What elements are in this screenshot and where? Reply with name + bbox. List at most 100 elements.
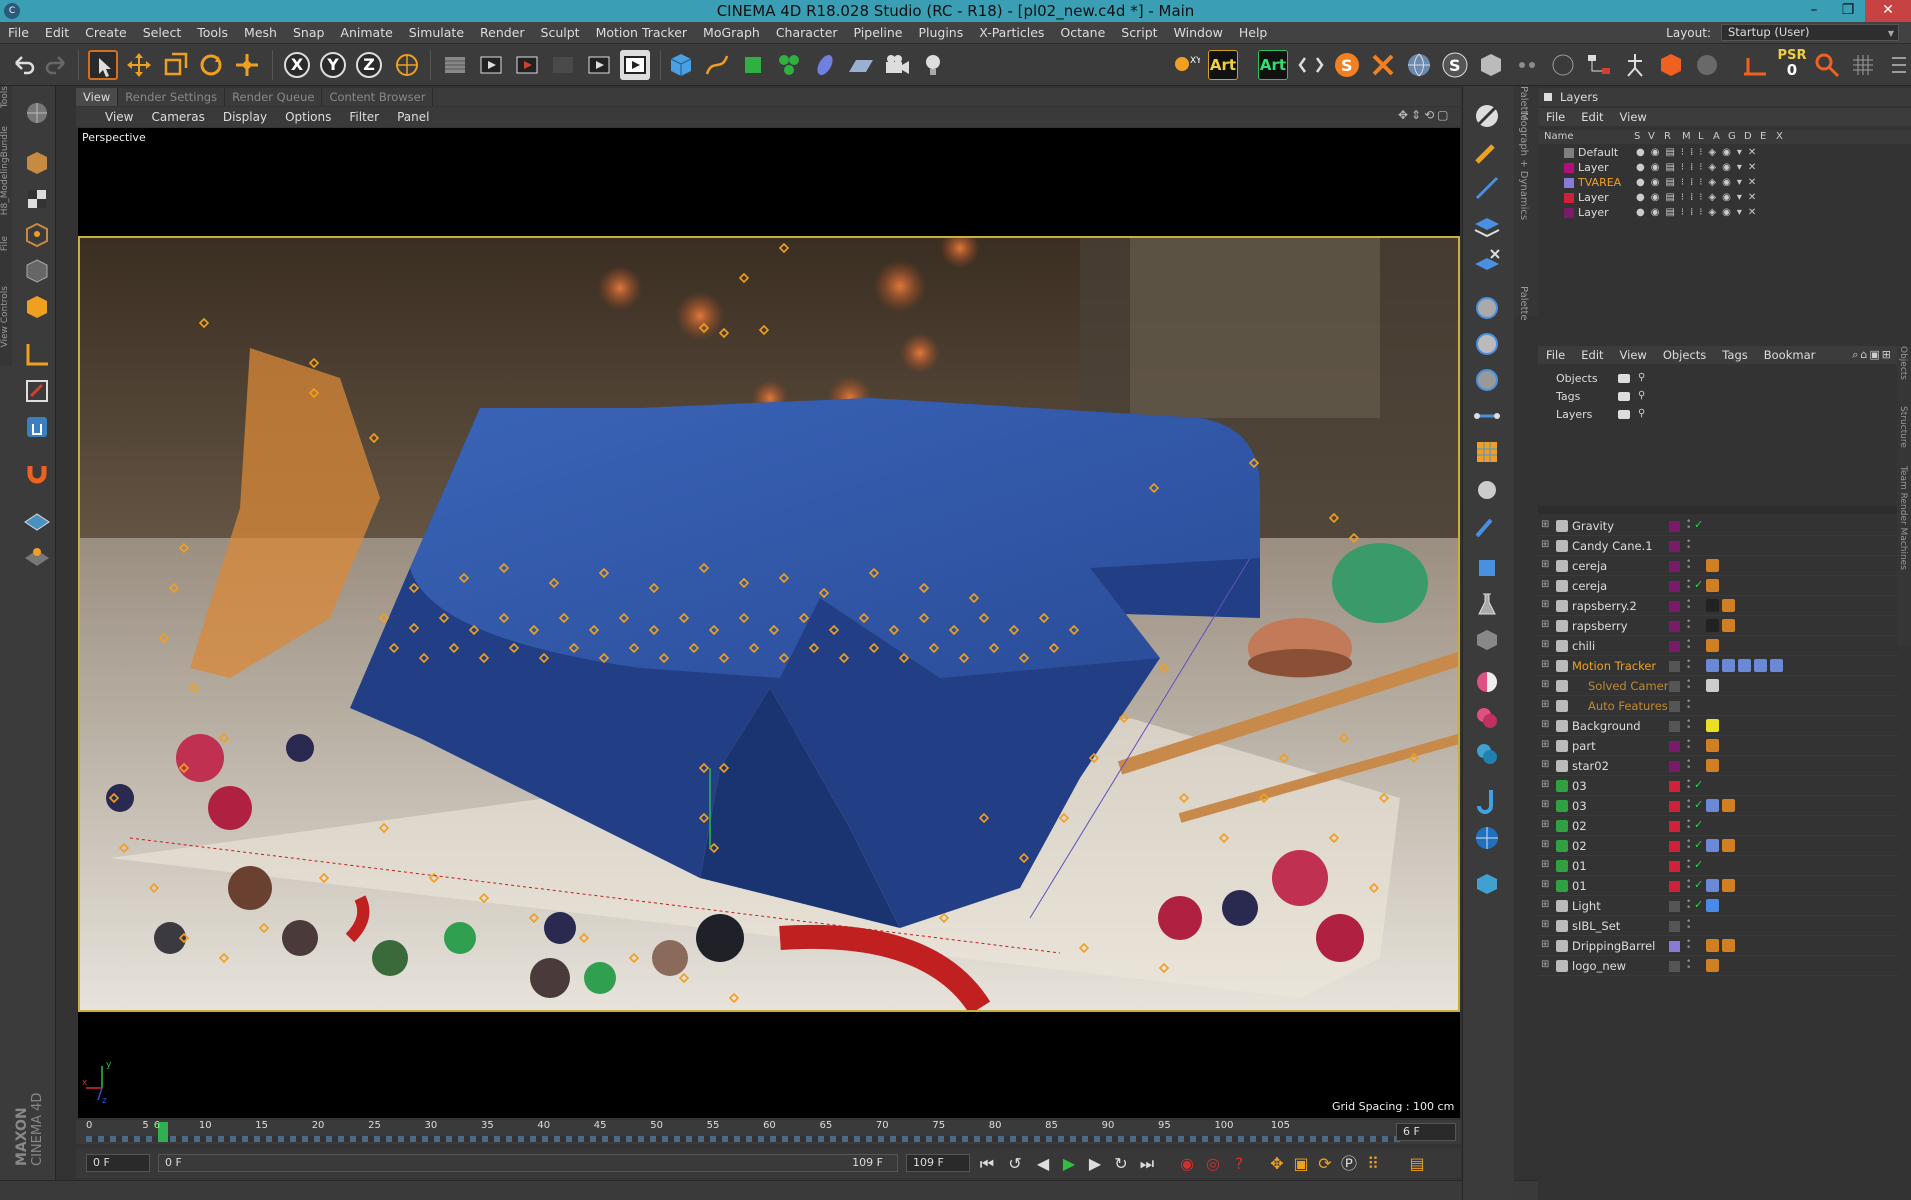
- viewport-menu-panel[interactable]: Panel: [388, 110, 438, 124]
- start-frame-field[interactable]: 0 F: [86, 1154, 150, 1172]
- close-button[interactable]: ✕: [1865, 0, 1911, 22]
- layers-delete-icon[interactable]: [1471, 246, 1503, 278]
- object-row[interactable]: ⊞ 03 • • ✓: [1538, 776, 1898, 796]
- expand-icon[interactable]: ⊞: [1541, 919, 1549, 930]
- object-name[interactable]: 01: [1572, 859, 1587, 873]
- tag-icon[interactable]: [1706, 679, 1719, 692]
- layer-color-swatch[interactable]: [1669, 941, 1680, 952]
- objects-menu-bookmar[interactable]: Bookmar: [1756, 348, 1824, 362]
- layer-color-swatch[interactable]: [1669, 541, 1680, 552]
- flask-icon[interactable]: [1471, 588, 1503, 620]
- visibility-dots[interactable]: • •: [1686, 838, 1691, 853]
- object-row[interactable]: ⊞ rapsberry • •: [1538, 616, 1898, 636]
- hierarchy-icon[interactable]: [1584, 50, 1614, 80]
- psr-button[interactable]: PSR 0: [1776, 48, 1808, 82]
- expand-icon[interactable]: ⊞: [1541, 759, 1549, 770]
- visibility-dots[interactable]: • •: [1686, 938, 1691, 953]
- layer-color-swatch[interactable]: [1564, 148, 1574, 158]
- layer-row[interactable]: TVAREA ●◉▤⁝⁞⁝◈◉▾✕: [1538, 176, 1911, 191]
- material-icon[interactable]: [1471, 666, 1503, 698]
- cloner-icon[interactable]: [774, 50, 804, 80]
- objects-tab-0[interactable]: Objects: [1898, 346, 1908, 380]
- filter-objects[interactable]: Objects: [1556, 372, 1598, 385]
- camera-icon[interactable]: [882, 50, 912, 80]
- menu-animate[interactable]: Animate: [332, 25, 400, 40]
- menu-snap[interactable]: Snap: [285, 25, 332, 40]
- tag-icon[interactable]: [1722, 599, 1735, 612]
- keyframe-selection-icon[interactable]: ?: [1228, 1153, 1250, 1175]
- tag-icon[interactable]: [1706, 939, 1719, 952]
- axis-mode-icon[interactable]: [22, 340, 52, 370]
- object-name[interactable]: DrippingBarrel: [1572, 939, 1655, 953]
- enabled-check-icon[interactable]: ✓: [1694, 518, 1703, 531]
- menu-file[interactable]: File: [0, 25, 37, 40]
- visibility-dots[interactable]: • •: [1686, 638, 1691, 653]
- coordinate-system-icon[interactable]: [392, 50, 422, 80]
- objects-menu-file[interactable]: File: [1538, 348, 1573, 362]
- left-tab-1[interactable]: H8_ModelingBundle: [0, 126, 12, 215]
- object-row[interactable]: ⊞ Motion Tracker • •: [1538, 656, 1898, 676]
- visibility-dots[interactable]: • •: [1686, 958, 1691, 973]
- cube-icon[interactable]: [666, 50, 696, 80]
- objects-menu-edit[interactable]: Edit: [1573, 348, 1611, 362]
- menu-help[interactable]: Help: [1231, 25, 1276, 40]
- expand-icon[interactable]: ⊞: [1541, 659, 1549, 670]
- object-row[interactable]: ⊞ star02 • •: [1538, 756, 1898, 776]
- tag-icon[interactable]: [1722, 659, 1735, 672]
- visibility-dots[interactable]: • •: [1686, 598, 1691, 613]
- enabled-check-icon[interactable]: ✓: [1694, 778, 1703, 791]
- expand-icon[interactable]: ⊞: [1541, 679, 1549, 690]
- enabled-check-icon[interactable]: ✓: [1694, 878, 1703, 891]
- axis-z-lock[interactable]: Z: [356, 52, 382, 78]
- object-name[interactable]: logo_new: [1572, 959, 1626, 973]
- object-row[interactable]: ⊞ 02 • • ✓: [1538, 816, 1898, 836]
- objects-menu-objects[interactable]: Objects: [1655, 348, 1714, 362]
- layer-color-swatch[interactable]: [1669, 641, 1680, 652]
- visibility-dots[interactable]: • •: [1686, 518, 1691, 533]
- edge-mode-icon[interactable]: [22, 256, 52, 286]
- tab-render-settings[interactable]: Render Settings: [118, 88, 226, 106]
- layers-stack-icon[interactable]: [1471, 210, 1503, 242]
- expand-icon[interactable]: ⊞: [1541, 819, 1549, 830]
- deformer-icon[interactable]: [810, 50, 840, 80]
- sphere-icon[interactable]: [1471, 292, 1503, 324]
- move-tool-icon[interactable]: [124, 50, 154, 80]
- tag-icon[interactable]: [1706, 899, 1719, 912]
- brain-icon[interactable]: [1692, 50, 1722, 80]
- visibility-dots[interactable]: • •: [1686, 678, 1691, 693]
- filter-eye-icon[interactable]: [1618, 410, 1630, 419]
- render-pictureviewer-icon[interactable]: [512, 50, 542, 80]
- material-blue-icon[interactable]: [1471, 738, 1503, 770]
- locked-workplane-icon[interactable]: [22, 540, 52, 570]
- go-to-end-icon[interactable]: ⏭: [1136, 1153, 1158, 1175]
- viewport-menu-display[interactable]: Display: [214, 110, 276, 124]
- tab-render-queue[interactable]: Render Queue: [225, 88, 323, 106]
- expand-icon[interactable]: ⊞: [1541, 779, 1549, 790]
- tab-view[interactable]: View: [76, 88, 119, 106]
- go-to-start-icon[interactable]: ⏮: [976, 1153, 998, 1175]
- object-row[interactable]: ⊞ Candy Cane.1 • •: [1538, 536, 1898, 556]
- xparticles-icon[interactable]: [1368, 50, 1398, 80]
- object-row[interactable]: ⊞ Light • • ✓: [1538, 896, 1898, 916]
- menu-character[interactable]: Character: [768, 25, 846, 40]
- menu-edit[interactable]: Edit: [37, 25, 77, 40]
- expand-icon[interactable]: ⊞: [1541, 699, 1549, 710]
- tag-icon[interactable]: [1738, 659, 1751, 672]
- hook-icon[interactable]: [1471, 786, 1503, 818]
- object-name[interactable]: cereja: [1572, 559, 1607, 573]
- viewport-solo-icon[interactable]: [22, 412, 52, 442]
- layer-color-swatch[interactable]: [1669, 761, 1680, 772]
- bomb-icon[interactable]: [1471, 472, 1503, 504]
- tag-icon[interactable]: [1706, 619, 1719, 632]
- object-row[interactable]: ⊞ Gravity • • ✓: [1538, 516, 1898, 536]
- menu-render[interactable]: Render: [472, 25, 533, 40]
- filter-search-icon[interactable]: ⚲: [1638, 408, 1645, 419]
- enabled-check-icon[interactable]: ✓: [1694, 838, 1703, 851]
- enabled-check-icon[interactable]: ✓: [1694, 898, 1703, 911]
- previous-key-icon[interactable]: ↺: [1004, 1153, 1026, 1175]
- layer-color-swatch[interactable]: [1669, 841, 1680, 852]
- visibility-dots[interactable]: • •: [1686, 658, 1691, 673]
- expand-icon[interactable]: ⊞: [1541, 879, 1549, 890]
- tag-icon[interactable]: [1706, 579, 1719, 592]
- position-key-icon[interactable]: ✥: [1266, 1153, 1288, 1175]
